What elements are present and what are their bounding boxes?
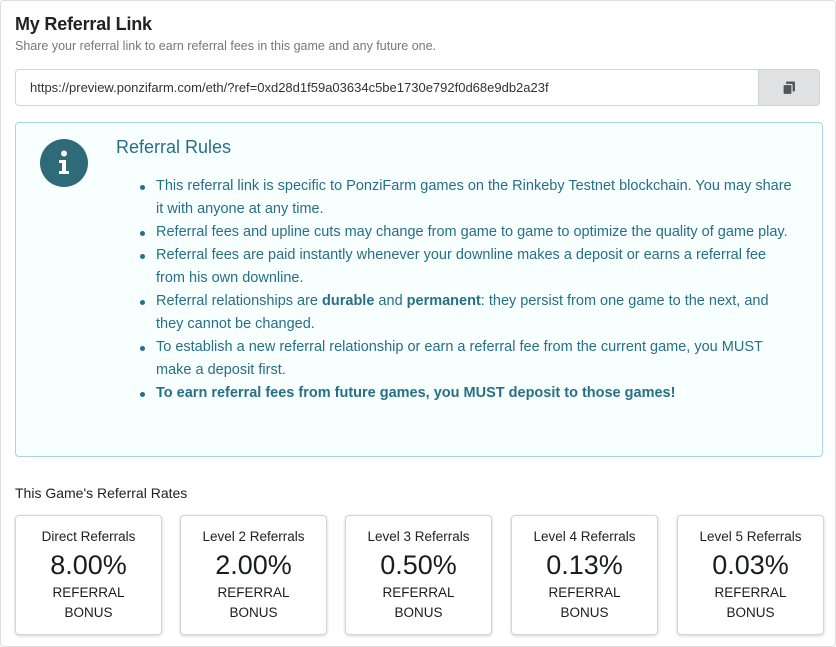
rate-unit: REFERRAL BONUS <box>382 585 455 620</box>
rule-item: To establish a new referral relationship… <box>138 336 798 382</box>
rate-label: Level 3 Referrals <box>367 529 470 544</box>
rule-item: Referral fees and upline cuts may change… <box>138 221 798 244</box>
rate-value: 0.50% <box>380 550 457 580</box>
rules-title: Referral Rules <box>116 137 232 157</box>
rule-item: This referral link is specific to PonziF… <box>138 175 798 221</box>
copy-link-button[interactable] <box>758 69 820 106</box>
rate-label: Direct Referrals <box>41 529 136 544</box>
rates-heading: This Game's Referral Rates <box>15 485 188 501</box>
rate-card-level-4: Level 4 Referrals 0.13% REFERRAL BONUS <box>511 515 658 635</box>
rate-card-direct: Direct Referrals 8.00% REFERRAL BONUS <box>15 515 162 635</box>
referral-link-row <box>15 69 820 106</box>
rate-card-level-2: Level 2 Referrals 2.00% REFERRAL BONUS <box>180 515 327 635</box>
rate-unit: REFERRAL BONUS <box>217 585 290 620</box>
referral-rules-message: Referral Rules This referral link is spe… <box>15 122 823 457</box>
rate-value: 8.00% <box>50 550 127 580</box>
rule-item: Referral relationships are durable and p… <box>138 290 798 336</box>
rate-value: 0.13% <box>546 550 623 580</box>
rate-label: Level 5 Referrals <box>699 529 802 544</box>
referral-link-panel: My Referral Link Share your referral lin… <box>0 0 836 647</box>
page-subtitle: Share your referral link to earn referra… <box>15 39 437 53</box>
rate-value: 2.00% <box>215 550 292 580</box>
rules-list: This referral link is specific to PonziF… <box>138 175 798 405</box>
referral-link-input[interactable] <box>15 69 758 106</box>
rate-value: 0.03% <box>712 550 789 580</box>
copy-icon <box>782 81 795 95</box>
rate-card-level-5: Level 5 Referrals 0.03% REFERRAL BONUS <box>677 515 824 635</box>
rate-unit: REFERRAL BONUS <box>714 585 787 620</box>
rule-item: Referral fees are paid instantly wheneve… <box>138 244 798 290</box>
page-title: My Referral Link <box>15 14 152 34</box>
rule-item: To earn referral fees from future games,… <box>138 382 798 405</box>
rate-unit: REFERRAL BONUS <box>52 585 125 620</box>
info-icon <box>40 139 88 187</box>
rate-label: Level 2 Referrals <box>202 529 305 544</box>
rate-unit: REFERRAL BONUS <box>548 585 621 620</box>
rate-label: Level 4 Referrals <box>533 529 636 544</box>
rate-card-level-3: Level 3 Referrals 0.50% REFERRAL BONUS <box>345 515 492 635</box>
